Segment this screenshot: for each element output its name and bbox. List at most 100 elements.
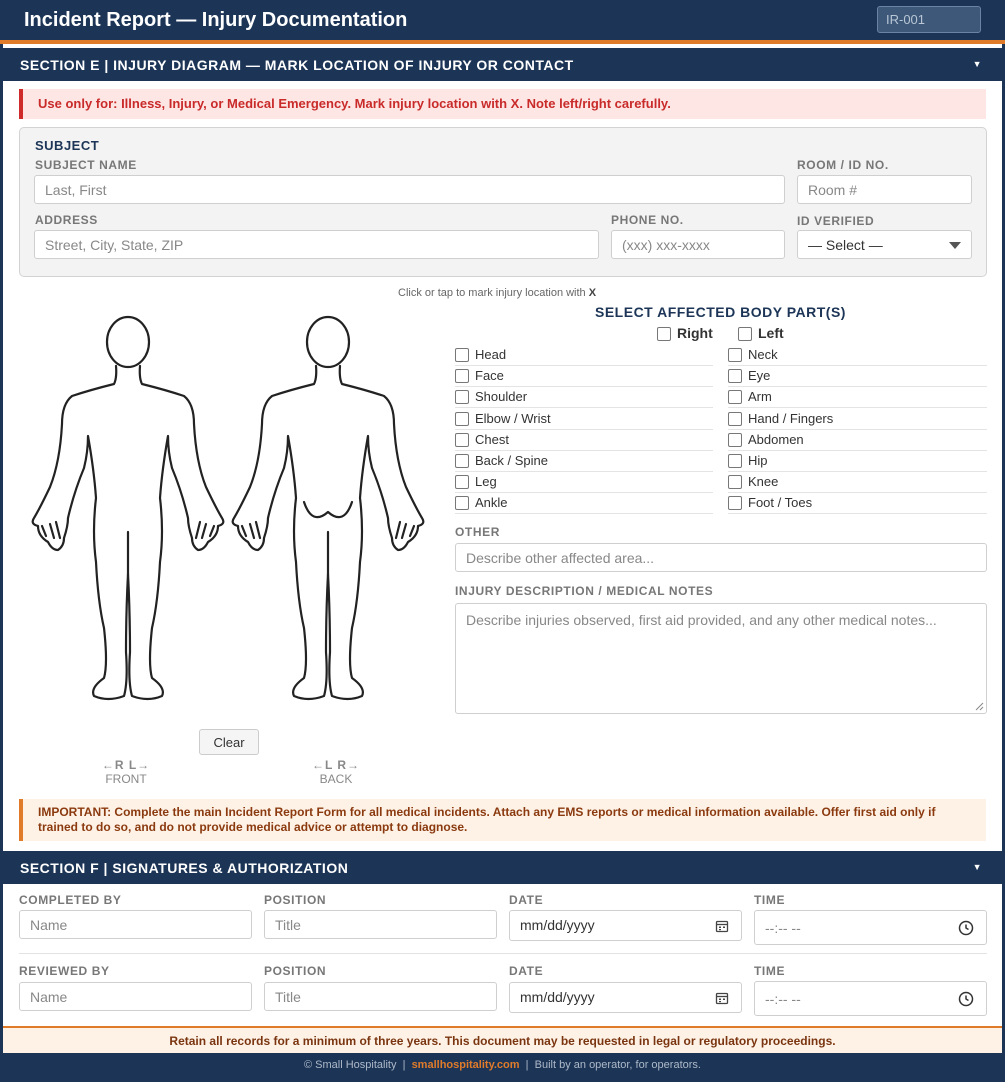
calendar-icon[interactable] — [715, 991, 729, 1005]
body-part-checkbox[interactable] — [455, 432, 469, 447]
room-id-input[interactable]: Room # — [797, 175, 972, 204]
page-header: Incident Report — Injury Documentation I… — [0, 0, 1005, 44]
retention-notice: Retain all records for a minimum of thre… — [3, 1026, 1002, 1053]
clock-icon[interactable] — [958, 991, 974, 1007]
body-part-item[interactable]: Knee — [728, 472, 987, 493]
reviewed-by-date-input[interactable]: mm/dd/yyyy — [509, 982, 742, 1013]
address-input[interactable]: Street, City, State, ZIP — [34, 230, 599, 259]
address-label: ADDRESS — [35, 213, 98, 227]
completed-by-label: COMPLETED BY — [19, 893, 122, 907]
reviewed-by-name-input[interactable]: Name — [19, 982, 252, 1011]
room-id-label: ROOM / ID NO. — [797, 158, 889, 172]
id-verified-value: — Select — — [808, 237, 883, 253]
reviewed-by-position-input[interactable]: Title — [264, 982, 497, 1011]
body-part-checkbox[interactable] — [455, 389, 469, 404]
side-right-option[interactable]: Right — [657, 325, 713, 342]
date-label: DATE — [509, 893, 544, 907]
body-back-figure — [231, 315, 425, 701]
body-part-checkbox[interactable] — [455, 495, 469, 510]
medical-notes-textarea[interactable]: Describe injuries observed, first aid pr… — [455, 603, 987, 714]
body-part-item[interactable]: Hand / Fingers — [728, 409, 987, 430]
body-part-item[interactable]: Ankle — [455, 493, 713, 514]
phone-input[interactable]: (xxx) xxx-xxxx — [611, 230, 785, 259]
section-e-collapse-icon[interactable]: ▼ — [973, 59, 982, 69]
body-part-item[interactable]: Abdomen — [728, 430, 987, 451]
reviewed-by-label: REVIEWED BY — [19, 964, 110, 978]
usage-alert: Use only for: Illness, Injury, or Medica… — [19, 89, 986, 119]
other-label: OTHER — [455, 525, 500, 539]
page-title: Incident Report — Injury Documentation — [24, 9, 408, 31]
other-area-input[interactable]: Describe other affected area... — [455, 543, 987, 572]
body-part-item[interactable]: Eye — [728, 366, 987, 387]
body-part-checkbox[interactable] — [728, 389, 742, 404]
reviewed-by-time-input[interactable]: --:-- -- — [754, 981, 987, 1016]
body-part-checkbox[interactable] — [728, 495, 742, 510]
section-f-collapse-icon[interactable]: ▼ — [973, 862, 982, 872]
section-e-title: SECTION E | INJURY DIAGRAM — MARK LOCATI… — [20, 57, 574, 73]
body-part-item[interactable]: Back / Spine — [455, 451, 713, 472]
completed-by-position-input[interactable]: Title — [264, 910, 497, 939]
clear-diagram-button[interactable]: Clear — [199, 729, 259, 755]
body-part-item[interactable]: Hip — [728, 451, 987, 472]
body-part-checkbox[interactable] — [728, 347, 742, 362]
body-diagram[interactable] — [28, 312, 428, 712]
body-front-figure — [31, 315, 225, 701]
section-f-header[interactable]: SECTION F | SIGNATURES & AUTHORIZATION ▼ — [3, 851, 1002, 884]
id-verified-label: ID VERIFIED — [797, 214, 875, 228]
calendar-icon[interactable] — [715, 919, 729, 933]
date-label: DATE — [509, 964, 544, 978]
body-part-item[interactable]: Leg — [455, 472, 713, 493]
subject-heading: SUBJECT — [35, 138, 100, 153]
body-part-item[interactable]: Neck — [728, 345, 987, 366]
footer-tagline: | Built by an operator, for operators. — [519, 1059, 701, 1071]
phone-label: PHONE NO. — [611, 213, 684, 227]
subject-name-input[interactable]: Last, First — [34, 175, 785, 204]
footer-copyright: © Small Hospitality | — [304, 1059, 412, 1071]
body-part-checkbox[interactable] — [728, 474, 742, 489]
body-part-item[interactable]: Chest — [455, 430, 713, 451]
notes-label: INJURY DESCRIPTION / MEDICAL NOTES — [455, 584, 714, 598]
body-part-item[interactable]: Face — [455, 366, 713, 387]
body-part-item[interactable]: Head — [455, 345, 713, 366]
subject-name-label: SUBJECT NAME — [35, 158, 137, 172]
footer-website-link[interactable]: smallhospitality.com — [412, 1059, 520, 1071]
side-left-option[interactable]: Left — [738, 325, 784, 342]
body-part-checkbox[interactable] — [728, 411, 742, 426]
body-part-checkbox[interactable] — [455, 411, 469, 426]
front-orientation: ←R L→ FRONT — [101, 758, 151, 786]
clock-icon[interactable] — [958, 920, 974, 936]
medical-notes-placeholder: Describe injuries observed, first aid pr… — [466, 612, 937, 628]
body-part-checkbox[interactable] — [728, 432, 742, 447]
body-part-checkbox[interactable] — [455, 368, 469, 383]
section-e-header[interactable]: SECTION E | INJURY DIAGRAM — MARK LOCATI… — [3, 48, 1002, 81]
completed-by-time-input[interactable]: --:-- -- — [754, 910, 987, 945]
body-part-item[interactable]: Arm — [728, 387, 987, 408]
side-left-checkbox[interactable] — [738, 327, 752, 342]
position-label: POSITION — [264, 893, 327, 907]
resize-grip-icon[interactable] — [974, 701, 984, 711]
body-part-item[interactable]: Shoulder — [455, 387, 713, 408]
completed-by-name-input[interactable]: Name — [19, 910, 252, 939]
important-notice: IMPORTANT: Complete the main Incident Re… — [19, 799, 986, 841]
id-verified-select[interactable]: — Select — — [797, 230, 972, 259]
position-label: POSITION — [264, 964, 327, 978]
diagram-hint: Click or tap to mark injury location wit… — [398, 287, 597, 299]
body-part-item[interactable]: Elbow / Wrist — [455, 409, 713, 430]
body-part-checkbox[interactable] — [455, 474, 469, 489]
chevron-down-icon — [949, 242, 961, 249]
time-label: TIME — [754, 964, 786, 978]
time-label: TIME — [754, 893, 786, 907]
completed-by-date-input[interactable]: mm/dd/yyyy — [509, 910, 742, 941]
side-right-checkbox[interactable] — [657, 327, 671, 342]
row-divider — [19, 953, 987, 954]
body-part-checkbox[interactable] — [455, 453, 469, 468]
body-part-item[interactable]: Foot / Toes — [728, 493, 987, 514]
section-f-title: SECTION F | SIGNATURES & AUTHORIZATION — [20, 860, 349, 876]
body-part-checkbox[interactable] — [728, 368, 742, 383]
body-parts-title: SELECT AFFECTED BODY PART(S) — [595, 304, 846, 320]
body-part-checkbox[interactable] — [728, 453, 742, 468]
report-id-field[interactable]: IR-001 — [877, 6, 981, 33]
back-orientation: ←L R→ BACK — [311, 758, 361, 786]
body-part-checkbox[interactable] — [455, 347, 469, 362]
page-footer: © Small Hospitality | smallhospitality.c… — [0, 1053, 1005, 1082]
